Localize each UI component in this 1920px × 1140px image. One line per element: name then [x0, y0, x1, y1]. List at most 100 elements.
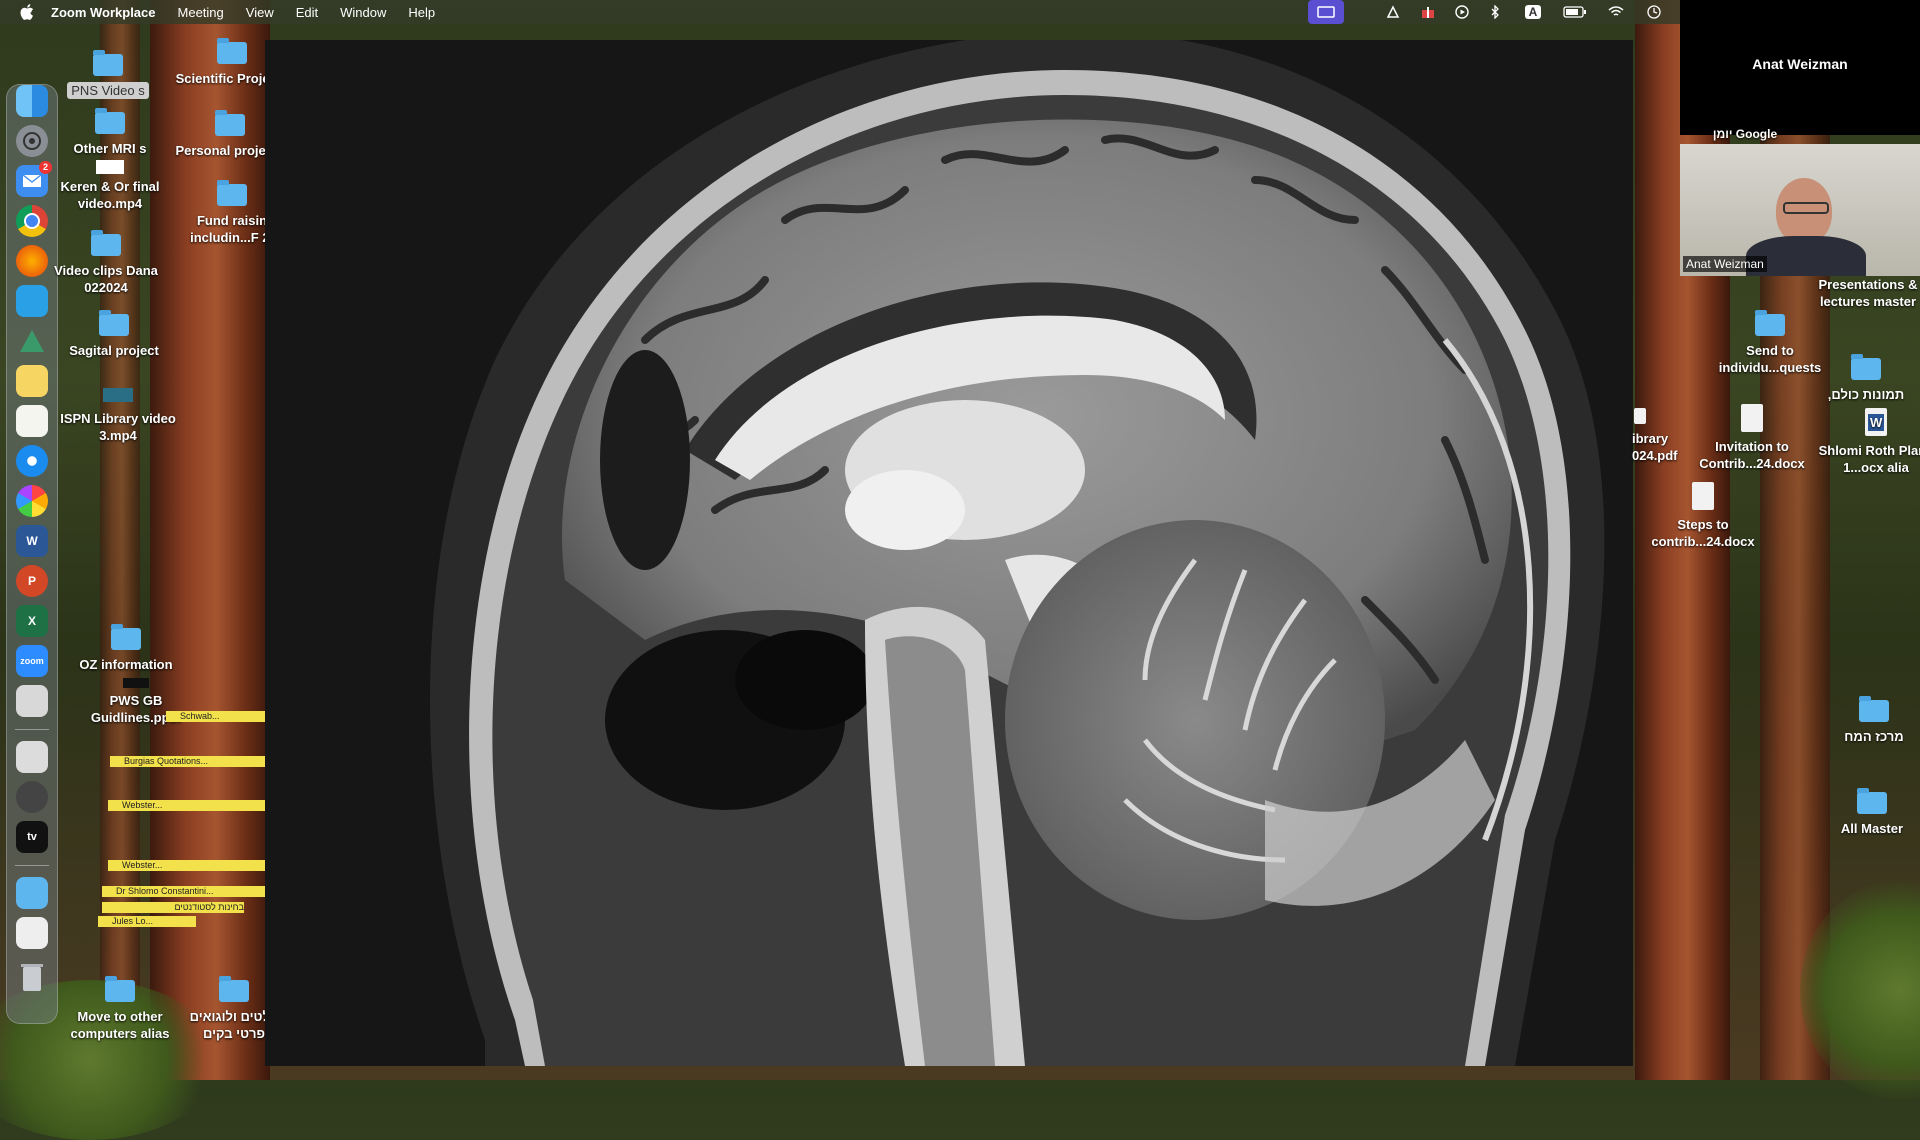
finder-icon[interactable]: [16, 85, 48, 117]
system-settings-icon[interactable]: [16, 125, 48, 157]
folder-icon: [95, 108, 125, 134]
zoom-dock-label: zoom: [20, 656, 44, 666]
desktop-file-ispn-library[interactable]: ISPN Library video 3.mp4: [58, 388, 178, 444]
keren-video-label: Keren & Or final video.mp4: [60, 179, 160, 211]
folder-icon: [105, 976, 135, 1002]
desktop-folder-hebrew-pictures[interactable]: תמונות כולם,: [1806, 354, 1920, 403]
video-thumbnail-icon: [103, 388, 133, 402]
pns-video-label: PNS Video s: [67, 82, 149, 99]
fund-raising-label: Fund raisin includin...F 2(: [190, 213, 274, 245]
quicktime-icon[interactable]: [16, 781, 48, 813]
participant-glasses: [1783, 202, 1829, 214]
menu-meeting[interactable]: Meeting: [167, 5, 235, 20]
sticky-note[interactable]: Webster...: [108, 860, 266, 871]
image-capture-icon[interactable]: [16, 741, 48, 773]
gift-badge-icon[interactable]: [1418, 0, 1438, 24]
desktop-folder-oz-information[interactable]: OZ information: [66, 624, 186, 673]
zoom-icon[interactable]: zoom: [16, 645, 48, 677]
folder-icon: [111, 624, 141, 650]
word-document-icon: [1865, 408, 1887, 436]
sagital-project-label: Sagital project: [69, 343, 159, 358]
desktop-folder-pns-video[interactable]: PNS Video s: [48, 50, 168, 99]
preview-icon[interactable]: [16, 685, 48, 717]
safari-icon[interactable]: [16, 445, 48, 477]
pdf-document-icon: [1634, 408, 1646, 424]
desktop-folder-other-mri[interactable]: Other MRI s: [50, 108, 170, 157]
library-pdf-label: ibrary 024.pdf: [1632, 431, 1678, 463]
screen-share-status-icon[interactable]: [1308, 0, 1344, 24]
menu-help[interactable]: Help: [397, 5, 446, 20]
menu-window[interactable]: Window: [329, 5, 397, 20]
dock-divider: [15, 865, 49, 866]
input-source-label: A: [1524, 5, 1542, 19]
menu-app-name[interactable]: Zoom Workplace: [40, 5, 167, 20]
invitation-label: Invitation to Contrib...24.docx: [1699, 439, 1805, 471]
all-master-label: All Master: [1840, 821, 1904, 836]
brain-center-label: מרכז המח: [1844, 729, 1904, 744]
folder-icon: [99, 310, 129, 336]
sticky-note[interactable]: Webster...: [108, 800, 266, 811]
sticky-note[interactable]: Jules Lo...: [98, 916, 196, 927]
apple-logo-icon[interactable]: [20, 4, 34, 20]
excel-icon[interactable]: X: [16, 605, 48, 637]
mail-icon[interactable]: 2: [16, 161, 52, 197]
sticky-note[interactable]: בחינות לסטודנטים: [102, 902, 244, 913]
folder-icon: [1857, 788, 1887, 814]
folder-icon: [217, 38, 247, 64]
downloads-folder-icon[interactable]: [16, 877, 48, 909]
desktop-folder-presentations[interactable]: Presentations & lectures master: [1808, 276, 1920, 310]
notes-icon[interactable]: [16, 365, 48, 397]
folder-icon: [1755, 310, 1785, 336]
docx-document-icon: [1741, 404, 1763, 432]
play-icon[interactable]: [1452, 0, 1472, 24]
menu-edit[interactable]: Edit: [285, 5, 329, 20]
clock-icon[interactable]: [1644, 0, 1664, 24]
desktop-folder-sagital-project[interactable]: Sagital project: [54, 310, 174, 359]
menu-view[interactable]: View: [235, 5, 285, 20]
stickies-icon[interactable]: [16, 405, 48, 437]
desktop-file-keren-video[interactable]: Keren & Or final video.mp4: [50, 160, 170, 212]
folder-icon: [91, 230, 121, 256]
other-mri-label: Other MRI s: [73, 141, 147, 156]
word-icon[interactable]: W: [16, 525, 48, 557]
active-speaker-name: Anat Weizman: [1752, 56, 1848, 72]
sticky-note[interactable]: Dr Shlomo Constantini...: [102, 886, 266, 897]
firefox-icon[interactable]: [16, 245, 48, 277]
sticky-note[interactable]: Schwab...: [166, 711, 266, 722]
photos-icon[interactable]: [16, 485, 48, 517]
desktop-folder-brain-center[interactable]: מרכז המח: [1814, 696, 1920, 745]
google-calendar-label: Google יומן: [1690, 126, 1800, 143]
trash-icon[interactable]: [16, 961, 48, 993]
google-label-text: Google יומן: [1712, 127, 1778, 141]
desktop-file-steps-to[interactable]: Steps to contrib...24.docx: [1643, 482, 1763, 550]
desktop-file-shlomi-roth[interactable]: Shlomi Roth Plans 1...ocx alia: [1816, 408, 1920, 476]
bluetooth-icon[interactable]: [1486, 0, 1504, 24]
desktop-file-invitation[interactable]: Invitation to Contrib...24.docx: [1692, 404, 1812, 472]
apple-tv-label: tv: [27, 831, 37, 843]
notification-icon[interactable]: [1384, 0, 1402, 24]
safari-like-icon[interactable]: [16, 285, 48, 317]
wifi-icon[interactable]: [1606, 0, 1626, 24]
participant-video-tile[interactable]: Anat Weizman: [1680, 144, 1920, 276]
desktop-folder-all-master[interactable]: All Master: [1812, 788, 1920, 837]
zoom-active-speaker-panel[interactable]: Anat Weizman: [1680, 0, 1920, 135]
video-thumbnail-icon: [96, 160, 124, 174]
chrome-icon[interactable]: [16, 205, 48, 237]
sticky-note[interactable]: Burgias Quotations...: [110, 756, 266, 767]
oz-information-label: OZ information: [79, 657, 173, 672]
folder-icon: [93, 50, 123, 76]
dock: 2 W P X zoom tv: [6, 84, 58, 1024]
battery-icon[interactable]: [1562, 0, 1588, 24]
folder-icon: [217, 180, 247, 206]
desktop-folder-move-to-other[interactable]: Move to other computers alias: [60, 976, 180, 1042]
desktop-folder-video-clips[interactable]: Video clips Dana 022024: [46, 230, 166, 296]
recent-document-icon[interactable]: [16, 917, 48, 949]
triangle-app-icon[interactable]: [16, 325, 48, 357]
apple-tv-icon[interactable]: tv: [16, 821, 48, 853]
input-source-icon[interactable]: A: [1522, 0, 1544, 24]
video-clips-label: Video clips Dana 022024: [54, 263, 158, 295]
pptx-thumbnail-icon: [123, 678, 149, 688]
powerpoint-icon[interactable]: P: [16, 565, 48, 597]
steps-to-label: Steps to contrib...24.docx: [1651, 517, 1755, 549]
ispn-library-label: ISPN Library video 3.mp4: [60, 411, 176, 443]
